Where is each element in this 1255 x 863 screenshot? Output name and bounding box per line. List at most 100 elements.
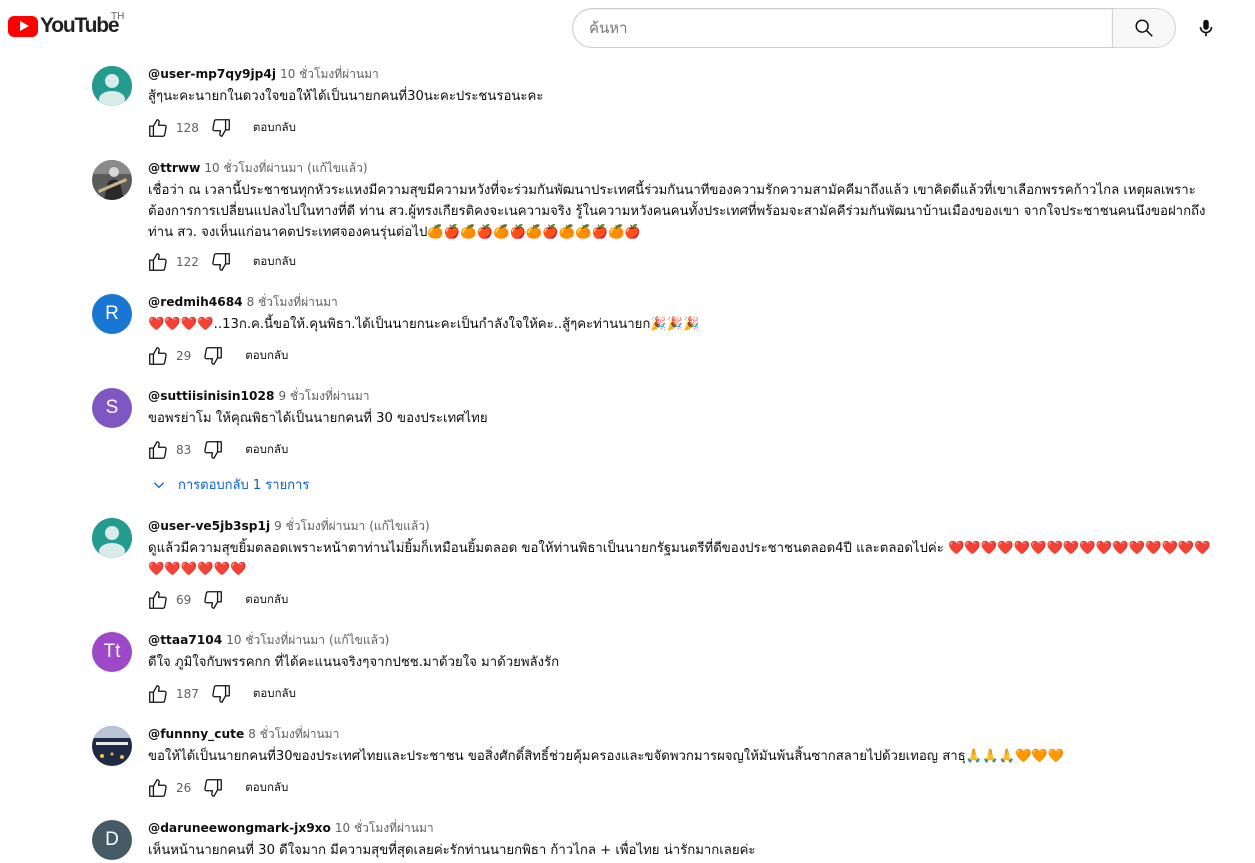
comment-header: @daruneewongmark-jx9xo 10 ชั่วโมงที่ผ่านม… bbox=[148, 820, 1218, 836]
country-code: TH bbox=[111, 11, 125, 22]
thumbs-down-icon bbox=[204, 779, 223, 797]
comment-author[interactable]: @redmih4684 bbox=[148, 295, 243, 309]
thumbs-down-icon bbox=[212, 119, 230, 137]
comment-actions: 26 ตอบกลับ bbox=[146, 776, 288, 800]
avatar[interactable] bbox=[92, 160, 132, 200]
like-count: 122 bbox=[176, 255, 199, 269]
comment-actions: 83 ตอบกลับ bbox=[146, 438, 288, 462]
comment-author[interactable]: @daruneewongmark-jx9xo bbox=[148, 821, 331, 835]
like-button[interactable] bbox=[146, 682, 170, 706]
avatar-letter: R bbox=[105, 303, 119, 324]
youtube-logo[interactable]: YouTube TH bbox=[8, 11, 124, 38]
comment-author[interactable]: @suttiisinisin1028 bbox=[148, 389, 274, 403]
reply-button[interactable]: ตอบกลับ bbox=[245, 779, 288, 797]
avatar[interactable] bbox=[92, 66, 132, 106]
reply-button[interactable]: ตอบกลับ bbox=[253, 253, 296, 271]
comment-author[interactable]: @ttrww bbox=[148, 161, 200, 175]
reply-button[interactable]: ตอบกลับ bbox=[245, 591, 288, 609]
avatar-letter: D bbox=[105, 829, 119, 850]
edited-label: (แก้ไขแล้ว) bbox=[307, 161, 368, 175]
dislike-button[interactable] bbox=[201, 776, 225, 800]
comment-time[interactable]: 10 ชั่วโมงที่ผ่านมา bbox=[335, 821, 434, 835]
comment-author[interactable]: @ttaa7104 bbox=[148, 633, 222, 647]
comment-header: @user-ve5jb3sp1j 9 ชั่วโมงที่ผ่านมา (แก้ไข… bbox=[148, 518, 1218, 534]
comment-body: @redmih4684 8 ชั่วโมงที่ผ่านมา ❤️❤️❤️❤️..… bbox=[148, 294, 1218, 335]
like-count: 26 bbox=[176, 781, 192, 795]
dislike-button[interactable] bbox=[201, 438, 225, 462]
dislike-button[interactable] bbox=[201, 588, 225, 612]
like-count: 128 bbox=[176, 121, 199, 135]
thumbs-up-icon bbox=[149, 119, 167, 137]
reply-button[interactable]: ตอบกลับ bbox=[253, 119, 296, 137]
comment-text: เชื่อว่า ณ เวลานี้ประชาชนทุกหัวระแหงมีคว… bbox=[148, 183, 1206, 240]
view-replies-button[interactable]: การตอบกลับ 1 รายการ bbox=[152, 474, 309, 495]
comment-actions: 122 ตอบกลับ bbox=[146, 250, 296, 274]
comment-body: @funnny_cute 8 ชั่วโมงที่ผ่านมา ขอให้ได้เ… bbox=[148, 726, 1218, 767]
comment-text: ขอพรย่าโม ให้คุณพิธาได้เป็นนายกคนที่ 30 … bbox=[148, 411, 488, 426]
avatar[interactable]: S bbox=[92, 388, 132, 428]
youtube-play-icon bbox=[8, 15, 38, 37]
avatar-letter: Tt bbox=[103, 641, 121, 662]
comment-author[interactable]: @user-mp7qy9jp4j bbox=[148, 67, 276, 81]
comment-text: ❤️❤️❤️❤️..13ก.ค.นี้ขอให้.คุนพิธา.ได้เป็น… bbox=[148, 317, 700, 332]
dislike-button[interactable] bbox=[209, 250, 233, 274]
comment-time[interactable]: 9 ชั่วโมงที่ผ่านมา bbox=[274, 519, 365, 533]
like-count: 187 bbox=[176, 687, 199, 701]
like-button[interactable] bbox=[146, 438, 170, 462]
thumbs-down-icon bbox=[204, 347, 223, 365]
comment-time[interactable]: 8 ชั่วโมงที่ผ่านมา bbox=[248, 727, 339, 741]
thumbs-up-icon bbox=[149, 253, 167, 271]
comment-header: @funnny_cute 8 ชั่วโมงที่ผ่านมา bbox=[148, 726, 1218, 742]
comment-header: @user-mp7qy9jp4j 10 ชั่วโมงที่ผ่านมา bbox=[148, 66, 1218, 82]
comment-header: @suttiisinisin1028 9 ชั่วโมงที่ผ่านมา bbox=[148, 388, 1218, 404]
masthead: YouTube TH bbox=[0, 0, 1255, 56]
comment-text: ดูแล้วมีความสุขยิ้มตลอดเพราะหน้าตาท่านไม… bbox=[148, 541, 1211, 577]
search-button[interactable] bbox=[1112, 8, 1176, 48]
avatar[interactable]: Tt bbox=[92, 632, 132, 672]
default-avatar-icon bbox=[92, 518, 132, 558]
thumbs-up-icon bbox=[149, 441, 167, 459]
comment-actions: 128 ตอบกลับ bbox=[146, 116, 296, 140]
dislike-button[interactable] bbox=[209, 116, 233, 140]
comment-actions: 29 ตอบกลับ bbox=[146, 344, 288, 368]
like-button[interactable] bbox=[146, 776, 170, 800]
dislike-button[interactable] bbox=[209, 682, 233, 706]
avatar[interactable] bbox=[92, 518, 132, 558]
comment-text: สู้ๆนะคะนายกในดวงใจขอให้ได้เป็นนายกคนที่… bbox=[148, 89, 544, 104]
comment-author[interactable]: @user-ve5jb3sp1j bbox=[148, 519, 270, 533]
reply-button[interactable]: ตอบกลับ bbox=[245, 347, 288, 365]
like-button[interactable] bbox=[146, 116, 170, 140]
comment-body: @daruneewongmark-jx9xo 10 ชั่วโมงที่ผ่านม… bbox=[148, 820, 1218, 861]
search-input[interactable] bbox=[572, 8, 1113, 48]
thumbs-down-icon bbox=[204, 441, 223, 459]
avatar[interactable]: R bbox=[92, 294, 132, 334]
like-button[interactable] bbox=[146, 344, 170, 368]
comment-body: @user-mp7qy9jp4j 10 ชั่วโมงที่ผ่านมา สู้ๆ… bbox=[148, 66, 1218, 107]
reply-button[interactable]: ตอบกลับ bbox=[253, 685, 296, 703]
reply-button[interactable]: ตอบกลับ bbox=[245, 441, 288, 459]
voice-search-button[interactable] bbox=[1186, 8, 1226, 48]
user-photo-avatar bbox=[92, 160, 132, 200]
edited-label: (แก้ไขแล้ว) bbox=[328, 633, 390, 647]
dislike-button[interactable] bbox=[201, 344, 225, 368]
comment-time[interactable]: 10 ชั่วโมงที่ผ่านมา bbox=[280, 67, 379, 81]
search-icon bbox=[1135, 19, 1153, 37]
like-count: 29 bbox=[176, 349, 192, 363]
like-button[interactable] bbox=[146, 588, 170, 612]
thumbs-up-icon bbox=[149, 685, 167, 703]
comment-time[interactable]: 10 ชั่วโมงที่ผ่านมา bbox=[204, 161, 303, 175]
avatar[interactable]: D bbox=[92, 820, 132, 860]
comment-time[interactable]: 10 ชั่วโมงที่ผ่านมา bbox=[226, 633, 325, 647]
comment-time[interactable]: 8 ชั่วโมงที่ผ่านมา bbox=[247, 295, 338, 309]
comment-text: ขอให้ได้เป็นนายกคนที่30ของประเทศไทยและปร… bbox=[148, 749, 1065, 764]
user-photo-avatar bbox=[92, 726, 132, 766]
like-button[interactable] bbox=[146, 250, 170, 274]
edited-label: (แก้ไขแล้ว) bbox=[369, 519, 430, 533]
avatar[interactable] bbox=[92, 726, 132, 766]
comment-author[interactable]: @funnny_cute bbox=[148, 727, 244, 741]
comment-header: @redmih4684 8 ชั่วโมงที่ผ่านมา bbox=[148, 294, 1218, 310]
comment-body: @user-ve5jb3sp1j 9 ชั่วโมงที่ผ่านมา (แก้ไข… bbox=[148, 518, 1218, 580]
logo-text: YouTube bbox=[40, 14, 120, 37]
comment-time[interactable]: 9 ชั่วโมงที่ผ่านมา bbox=[278, 389, 369, 403]
comment-body: @suttiisinisin1028 9 ชั่วโมงที่ผ่านมา ขอพ… bbox=[148, 388, 1218, 429]
